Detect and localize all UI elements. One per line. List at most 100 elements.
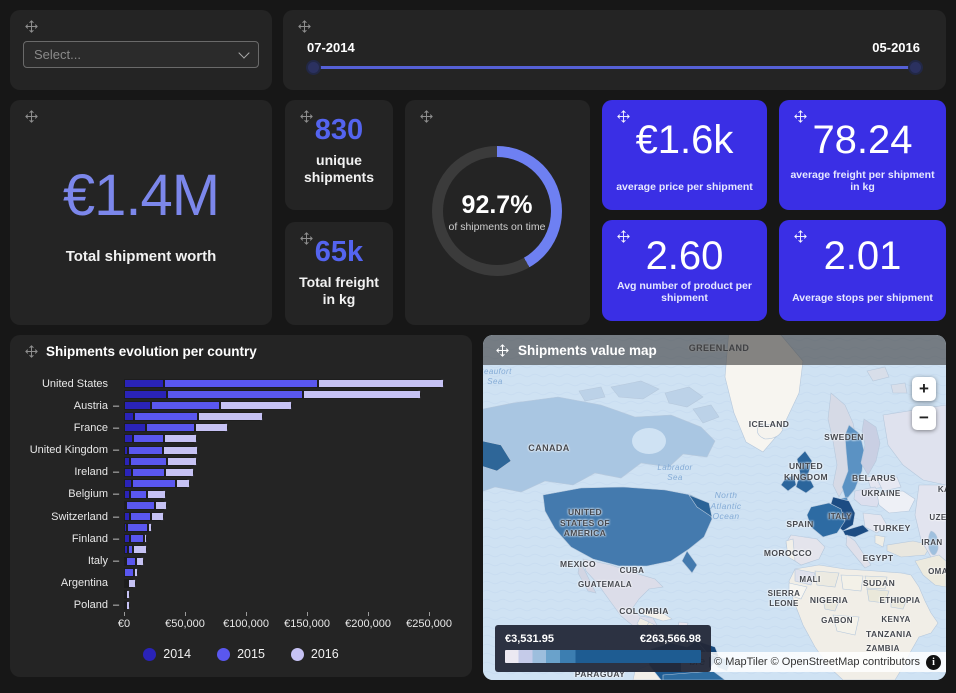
drag-handle-icon[interactable]: [24, 19, 39, 34]
map-legend-gradient: [505, 650, 701, 663]
total-freight-label: Total freight in kg: [293, 274, 385, 308]
bar-stack: [124, 523, 152, 532]
x-tick-label: €0: [118, 618, 130, 630]
date-range-slider-track[interactable]: [313, 66, 916, 69]
select-placeholder: Select...: [34, 47, 240, 62]
bar-row: Belgium–: [22, 490, 464, 499]
bar-segment: [134, 412, 199, 421]
bar-stack: [124, 446, 198, 455]
avg-stops-card: 2.01 Average stops per shipment: [779, 220, 946, 321]
bar-segment: [176, 479, 190, 488]
bar-stack: [124, 479, 190, 488]
bar-segment: [148, 523, 152, 532]
bar-row-label: Italy: [22, 555, 108, 567]
drag-handle-icon[interactable]: [297, 19, 312, 34]
bar-stack: [124, 379, 444, 388]
ontime-percent: 92.7%: [443, 191, 551, 220]
x-tick-label: €50,000: [165, 618, 205, 630]
bar-rows: United StatesAustria–France–United Kingd…: [22, 379, 464, 610]
axis-tick-dash: –: [108, 533, 124, 545]
axis-tick-dash: –: [108, 422, 124, 434]
bar-segment: [132, 479, 176, 488]
bar-chart-title: Shipments evolution per country: [46, 344, 257, 359]
slider-end-label: 05-2016: [872, 40, 920, 55]
x-tick-mark: [429, 612, 430, 616]
bar-row-label: United States: [22, 378, 108, 390]
bar-segment: [126, 601, 130, 610]
drag-handle-icon[interactable]: [24, 344, 39, 359]
bar-segment: [133, 434, 165, 443]
total-worth-label: Total shipment worth: [10, 248, 272, 265]
legend-dot: [217, 648, 230, 661]
x-tick-mark: [307, 612, 308, 616]
bar-segment: [128, 446, 163, 455]
legend-dot: [143, 648, 156, 661]
bar-segment: [220, 401, 292, 410]
zoom-out-button[interactable]: −: [912, 406, 936, 430]
bar-segment: [124, 423, 146, 432]
bar-segment: [130, 490, 147, 499]
avg-products-card: 2.60 Avg number of product per shipment: [602, 220, 767, 321]
info-icon[interactable]: i: [926, 655, 941, 670]
legend-item[interactable]: 2014: [143, 647, 191, 661]
legend-item[interactable]: 2015: [217, 647, 265, 661]
bar-segment: [124, 390, 167, 399]
x-tick-mark: [124, 612, 125, 616]
bar-segment: [136, 557, 144, 566]
bar-segment: [126, 501, 155, 510]
bar-segment: [151, 512, 164, 521]
drag-handle-icon[interactable]: [495, 343, 510, 358]
bar-segment: [167, 457, 198, 466]
bar-segment: [124, 412, 134, 421]
bar-segment: [146, 423, 195, 432]
map-title: Shipments value map: [518, 343, 657, 358]
map-legend-max: €263,566.98: [640, 633, 701, 645]
shipments-evolution-card: Shipments evolution per country United S…: [10, 335, 472, 677]
bar-segment: [167, 390, 304, 399]
bar-row: Ireland–: [22, 468, 464, 477]
axis-tick-dash: –: [108, 444, 124, 456]
total-worth-value: €1.4M: [10, 162, 272, 229]
ontime-ring: 92.7% of shipments on time: [432, 146, 562, 276]
bar-row: Finland–: [22, 534, 464, 543]
axis-tick-dash: –: [108, 488, 124, 500]
bar-row: [22, 568, 464, 577]
bar-stack: [124, 601, 130, 610]
country-select[interactable]: Select...: [23, 41, 259, 68]
bar-segment: [126, 590, 130, 599]
bar-row-label: Ireland: [22, 466, 108, 478]
bar-segment: [165, 468, 194, 477]
avg-freight-card: 78.24 average freight per shipment in kg: [779, 100, 946, 210]
bar-x-axis: €0€50,000€100,000€150,000€200,000€250,00…: [124, 612, 462, 638]
bar-row-label: France: [22, 422, 108, 434]
bar-segment: [130, 512, 151, 521]
axis-tick-dash: –: [108, 466, 124, 478]
bar-segment: [124, 401, 151, 410]
bar-segment: [124, 468, 132, 477]
legend-item[interactable]: 2016: [291, 647, 339, 661]
bar-segment: [164, 379, 318, 388]
bar-segment: [124, 568, 134, 577]
bar-segment: [195, 423, 228, 432]
bar-segment: [155, 501, 167, 510]
x-tick-mark: [185, 612, 186, 616]
bar-segment: [198, 412, 263, 421]
bar-row: Poland–: [22, 601, 464, 610]
bar-segment: [130, 457, 167, 466]
bar-stack: [124, 490, 166, 499]
bar-stack: [124, 390, 421, 399]
slider-handle-end[interactable]: [908, 60, 923, 75]
bar-stack: [124, 545, 147, 554]
zoom-in-button[interactable]: +: [912, 377, 936, 401]
drag-handle-icon[interactable]: [24, 109, 39, 124]
bar-row: [22, 523, 464, 532]
bar-segment: [127, 523, 148, 532]
slider-handle-start[interactable]: [306, 60, 321, 75]
bar-row: [22, 434, 464, 443]
bar-row: [22, 479, 464, 488]
bar-row: [22, 545, 464, 554]
ontime-label: of shipments on time: [443, 221, 551, 233]
x-tick-label: €250,000: [406, 618, 452, 630]
drag-handle-icon[interactable]: [419, 109, 434, 124]
bar-stack: [124, 512, 164, 521]
